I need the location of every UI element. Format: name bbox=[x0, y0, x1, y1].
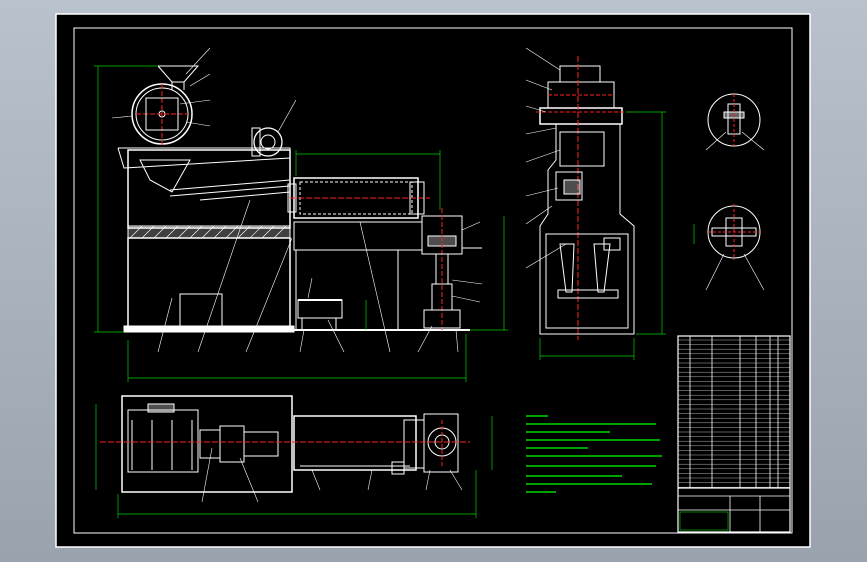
drawing-canvas bbox=[55, 13, 811, 548]
cad-viewport[interactable] bbox=[0, 0, 867, 562]
drawing-sheet bbox=[55, 13, 811, 548]
